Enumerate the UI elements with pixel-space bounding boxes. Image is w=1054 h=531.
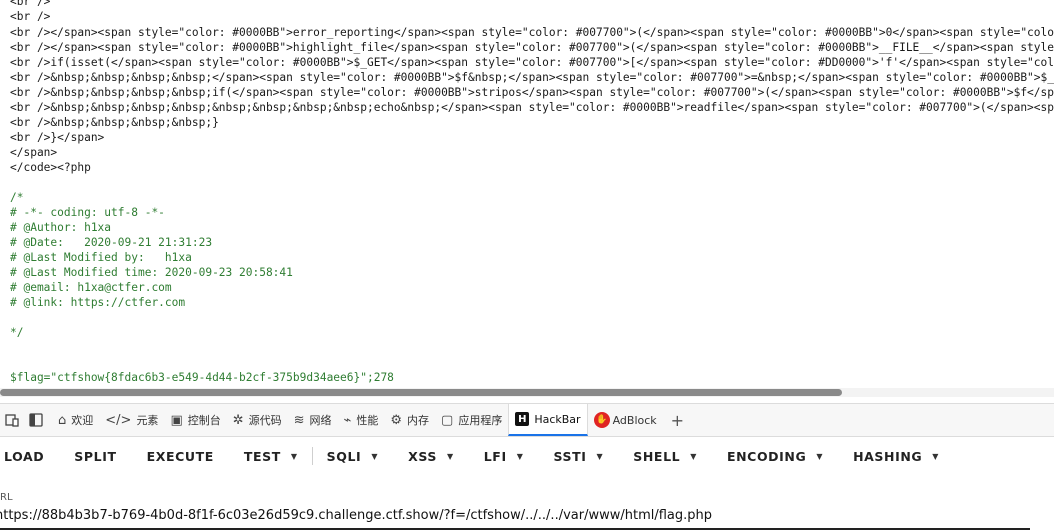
code-line: <br />}</span> (10, 131, 105, 144)
comment-line: # @Last Modified time: 2020-09-23 20:58:… (10, 266, 293, 279)
code-brackets-icon: </> (105, 412, 132, 428)
hashing-button[interactable]: HASHING ▼ (853, 449, 939, 464)
split-button[interactable]: SPLIT (74, 449, 116, 464)
gear-icon: ⚙ (390, 412, 403, 428)
code-line: <br /></span><span style="color: #0000BB… (10, 26, 1054, 39)
chevron-down-icon: ▼ (516, 451, 524, 461)
comment-line: # @link: https://ctfer.com (10, 296, 186, 309)
url-input[interactable]: https://88b4b3b7-b769-4b0d-8f1f-6c03e26d… (0, 505, 1025, 527)
performance-icon: ⌁ (343, 412, 352, 428)
bug-icon: ✲ (232, 412, 244, 428)
horizontal-scrollbar[interactable] (0, 388, 1054, 397)
lfi-button[interactable]: LFI ▼ (484, 449, 524, 464)
comment-line: # @Author: h1xa (10, 221, 112, 234)
plus-icon[interactable]: + (663, 411, 692, 430)
chevron-down-icon: ▼ (816, 451, 824, 461)
comment-line: # -*- coding: utf-8 -*- (10, 206, 165, 219)
shell-button[interactable]: SHELL ▼ (633, 449, 697, 464)
code-line: <br />&nbsp;&nbsp;&nbsp;&nbsp;if(</span>… (10, 86, 1054, 99)
code-line: <br />&nbsp;&nbsp;&nbsp;&nbsp;&nbsp;&nbs… (10, 101, 1054, 114)
hackbar-toolbar: LOAD SPLIT EXECUTE TEST ▼ SQLI ▼ XSS ▼ LFI ▼… (0, 437, 1054, 475)
comment-line: # @Last Modified by: h1xa (10, 251, 192, 264)
code-line: </code><?php (10, 161, 91, 174)
hackbar-logo-icon: H (515, 412, 530, 426)
comment-line: # @Date: 2020-09-21 21:31:23 (10, 236, 213, 249)
tab-network[interactable]: ≋ 网络 (288, 404, 338, 436)
code-line: <br />&nbsp;&nbsp;&nbsp;&nbsp;} (10, 116, 219, 129)
chevron-down-icon: ▼ (371, 451, 379, 461)
tab-hackbar[interactable]: H HackBar (508, 404, 588, 436)
encoding-button[interactable]: ENCODING ▼ (727, 449, 823, 464)
devtools-tab-strip: ⌂ 欢迎 </> 元素 ▣ 控制台 ✲ 源代码 ≋ 网络 ⌁ 性能 ⚙ 内存 ▢… (0, 403, 1054, 437)
tab-welcome[interactable]: ⌂ 欢迎 (52, 404, 99, 436)
tab-application[interactable]: ▢ 应用程序 (435, 404, 508, 436)
console-icon: ▣ (170, 412, 183, 428)
code-line: <br /> (10, 10, 51, 23)
url-input-underline (0, 528, 1030, 530)
home-icon: ⌂ (58, 412, 67, 428)
code-line: <br />if(isset(</span><span style="color… (10, 56, 1054, 69)
chevron-down-icon: ▼ (690, 451, 697, 461)
xss-button[interactable]: XSS ▼ (408, 449, 454, 464)
chevron-down-icon: ▼ (290, 451, 298, 461)
chevron-down-icon: ▼ (596, 451, 604, 461)
load-button[interactable]: LOAD (4, 449, 44, 464)
tab-performance[interactable]: ⌁ 性能 (338, 404, 385, 436)
tab-sources[interactable]: ✲ 源代码 (227, 404, 288, 436)
page-source-view: <br /> <br /> <br /></span><span style="… (0, 0, 1054, 397)
device-toggle-icon[interactable] (2, 410, 22, 430)
chevron-down-icon: ▼ (446, 451, 454, 461)
comment-line: # @email: h1xa@ctfer.com (10, 281, 172, 294)
tab-elements[interactable]: </> 元素 (99, 404, 164, 436)
wifi-icon: ≋ (293, 412, 305, 428)
code-line: </span> (10, 146, 58, 159)
dock-panel-icon[interactable] (26, 410, 46, 430)
code-line: <br />&nbsp;&nbsp;&nbsp;&nbsp;</span><sp… (10, 71, 1054, 84)
chevron-down-icon: ▼ (932, 451, 940, 461)
sqli-button[interactable]: SQLI ▼ (327, 449, 378, 464)
comment-line: */ (10, 326, 24, 339)
test-button[interactable]: TEST ▼ (244, 449, 298, 464)
adblock-logo-icon: ✋ (593, 412, 610, 428)
execute-button[interactable]: EXECUTE (147, 449, 214, 464)
comment-line: /* (10, 191, 24, 204)
tab-adblock[interactable]: ✋ AdBlock (588, 404, 663, 436)
app-window-icon: ▢ (441, 412, 454, 428)
code-line: <br /> (10, 0, 51, 8)
tab-console[interactable]: ▣ 控制台 (164, 404, 226, 436)
code-line: <br /></span><span style="color: #0000BB… (10, 41, 1054, 54)
toolbar-divider (311, 447, 313, 465)
flag-line: $flag="ctfshow{8fdac6b3-e549-4d44-b2cf-3… (10, 371, 394, 384)
url-field-label: RL (0, 492, 13, 503)
ssti-button[interactable]: SSTI ▼ (553, 449, 603, 464)
tab-memory[interactable]: ⚙ 内存 (384, 404, 435, 436)
scrollbar-thumb[interactable] (0, 389, 842, 396)
